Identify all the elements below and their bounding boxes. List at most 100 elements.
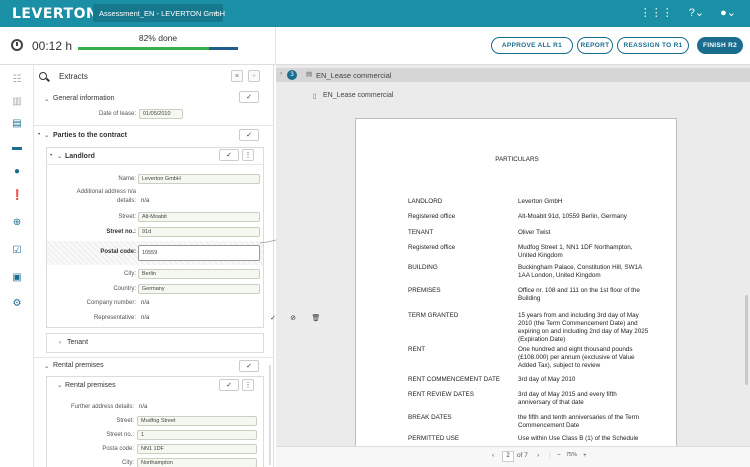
report-button[interactable]: REPORT (577, 37, 613, 54)
zoom-out-button[interactable]: − (557, 452, 561, 459)
rental-city-field[interactable]: Northampton (137, 458, 257, 467)
checklist-icon[interactable]: ☑ (11, 245, 23, 257)
document-selector[interactable]: Assessment_EN - LEVERTON GmbH ⌄ (93, 4, 226, 22)
user-icon[interactable]: ●⌄ (720, 6, 736, 19)
street-no-field[interactable]: 91d (138, 227, 260, 237)
particulars-value[interactable]: Alt-Moabit 91d, 10559 Berlin, Germany (518, 213, 650, 221)
help-icon[interactable]: ?⌄ (689, 6, 704, 19)
apps-grid-icon[interactable]: ⋮⋮⋮ (640, 6, 673, 19)
add-extract-button[interactable]: + (248, 70, 260, 82)
approve-all-button[interactable]: APPROVE ALL R1 (491, 37, 573, 54)
divider (34, 357, 273, 358)
chevron-down-icon[interactable]: ⌄ (57, 152, 62, 160)
particulars-value[interactable]: 3rd day of May 2010 (518, 376, 650, 384)
name-field[interactable]: Leverton GmbH (138, 174, 260, 184)
clipboard-icon[interactable]: ▤ (11, 118, 23, 130)
chevron-down-icon[interactable]: ⌄ (44, 362, 49, 370)
search-icon[interactable] (39, 72, 47, 80)
chevron-right-icon[interactable]: › (280, 70, 282, 77)
confirm-link-button[interactable]: ✓ (266, 313, 280, 325)
particulars-value[interactable]: 15 years from and including 3rd day of M… (518, 312, 650, 344)
delete-button[interactable]: 🗑 (309, 313, 323, 325)
collapse-all-button[interactable]: × (231, 70, 243, 82)
prev-page-button[interactable]: ‹ (492, 452, 494, 459)
zoom-in-button[interactable]: + (583, 452, 587, 459)
particulars-value[interactable]: the fifth and tenth anniversaries of the… (518, 414, 650, 430)
particulars-value[interactable]: One hundred and eight thousand pounds (£… (518, 346, 650, 370)
city-field[interactable]: Berlin (138, 269, 260, 279)
landlord-title[interactable]: Landlord (65, 153, 95, 160)
chevron-down-icon[interactable]: ⌄ (44, 95, 49, 103)
particulars-value[interactable]: Use within Use Class B (1) of the Schedu… (518, 435, 650, 443)
rental-street-field[interactable]: Mudfog Street (137, 416, 257, 426)
library-icon[interactable]: ▥ (11, 96, 23, 108)
progress-fill (78, 47, 210, 50)
particulars-label: TERM GRANTED (408, 312, 459, 319)
lightbulb-icon[interactable]: ● (11, 166, 23, 178)
viewer-scrollbar[interactable] (745, 295, 748, 385)
particulars-value[interactable]: Buckingham Palace, Constitution Hill, SW… (518, 264, 650, 280)
rental-menu-button[interactable]: ⋮ (242, 379, 254, 391)
particulars-value[interactable]: Oliver Twist (518, 229, 650, 237)
alert-icon[interactable]: ❗ (11, 190, 23, 202)
representative-label: Representative: (93, 315, 136, 321)
chevron-down-icon[interactable]: ⌄ (44, 131, 49, 139)
rental-postal-code-field[interactable]: NN1 1DF (137, 444, 257, 454)
drag-handle-icon[interactable]: • (50, 152, 52, 159)
postal-code-field[interactable]: 10559 (138, 245, 260, 261)
reassign-button[interactable]: REASSIGN TO R1 (617, 37, 689, 54)
general-info-approve-button[interactable]: ✓ (239, 91, 259, 103)
rental-premises-title[interactable]: Rental premises (53, 362, 104, 369)
country-field[interactable]: Germany (138, 284, 260, 294)
chevron-down-icon[interactable]: ⌄ (57, 381, 62, 389)
timer-value: 00:12 h (32, 39, 73, 53)
viewer-header: › 3 ▤ EN_Lease commercial (276, 68, 750, 82)
extracts-header: Extracts × + (34, 65, 273, 87)
country-label: Country: (113, 286, 136, 292)
comment-icon[interactable]: ▬ (11, 142, 23, 154)
finish-button[interactable]: FINISH R2 (697, 37, 743, 54)
panel-scrollbar[interactable] (269, 365, 271, 465)
chevron-right-icon[interactable]: › (59, 339, 61, 346)
zoom-level[interactable]: 75% (566, 452, 577, 458)
settings-gear-icon[interactable]: ⚙ (11, 298, 23, 310)
timer-icon (11, 39, 23, 51)
page-number-input[interactable]: 2 (502, 451, 514, 462)
particulars-label: BUILDING (408, 264, 438, 271)
particulars-value[interactable]: 3rd day of May 2015 and every fifth anni… (518, 391, 650, 407)
particulars-value[interactable]: Mudfog Street 1, NN1 1DF Northampton, Un… (518, 244, 650, 260)
next-page-button[interactable]: › (537, 452, 539, 459)
particulars-value[interactable]: Office nr. 108 and 111 on the 1st floor … (518, 287, 650, 303)
rental-premises-sub-title[interactable]: Rental premises (65, 382, 116, 389)
extracts-panel: Extracts × + ⌄ General information ✓ Dat… (34, 65, 274, 467)
viewer-title[interactable]: EN_Lease commercial (316, 71, 391, 80)
company-number-value: n/a (141, 300, 150, 306)
unlink-button[interactable]: ⊘ (286, 313, 300, 325)
chevron-down-icon: ⌄ (213, 9, 219, 16)
street-no-label: Street no.: (106, 229, 136, 235)
add-circle-icon[interactable]: ⊕ (11, 217, 23, 229)
rental-city-label: City: (122, 460, 134, 466)
rental-street-no-field[interactable]: 1 (137, 430, 257, 440)
leverton-logo[interactable]: LEVERTON (12, 6, 98, 22)
rental-approve-button[interactable]: ✓ (219, 379, 239, 391)
document-selector-label: Assessment_EN - LEVERTON GmbH (99, 9, 226, 18)
landlord-menu-button[interactable]: ⋮ (242, 149, 254, 161)
tree-icon[interactable]: ☷ (11, 74, 23, 86)
further-address-value: n/a (139, 404, 148, 410)
street-label: Street: (118, 214, 136, 220)
street-field[interactable]: Alt-Moabit (138, 212, 260, 222)
pager-bar: ‹ 2 of 7 › | − 75% + (276, 446, 750, 467)
drag-handle-icon[interactable]: • (38, 131, 40, 138)
landlord-approve-button[interactable]: ✓ (219, 149, 239, 161)
parties-title[interactable]: Parties to the contract (53, 132, 127, 139)
book-icon[interactable]: ▣ (11, 272, 23, 284)
date-of-lease-field[interactable]: 01/05/2010 (139, 109, 183, 119)
parties-approve-button[interactable]: ✓ (239, 129, 259, 141)
tenant-title[interactable]: Tenant (67, 339, 88, 346)
representative-value: n/a (141, 315, 150, 321)
general-info-title[interactable]: General information (53, 95, 114, 102)
document-name[interactable]: EN_Lease commercial (323, 92, 393, 99)
rental-premises-approve-button[interactable]: ✓ (239, 360, 259, 372)
particulars-value[interactable]: Leverton GmbH (518, 198, 650, 206)
